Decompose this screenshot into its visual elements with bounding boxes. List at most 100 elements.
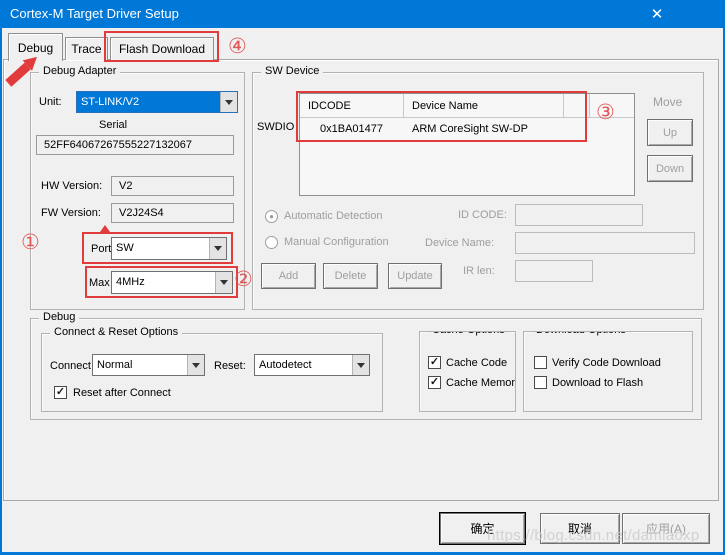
cache-options-group: Cache Options ✓ Cache Code ✓ Cache Memor… — [419, 331, 516, 412]
chevron-down-icon[interactable] — [220, 92, 237, 112]
delete-button[interactable]: Delete — [323, 263, 378, 289]
move-up-label: Up — [662, 126, 678, 139]
tab-debug-label: Debug — [17, 40, 54, 55]
checkmark-icon: ✓ — [429, 376, 440, 388]
debug-options-group: Debug Connect & Reset Options Connect: N… — [30, 311, 702, 420]
cancel-label: 取消 — [567, 522, 592, 536]
cache-memory-label: Cache Memory — [446, 377, 516, 389]
unit-label: Unit: — [39, 96, 62, 108]
cancel-button[interactable]: 取消 — [540, 513, 620, 544]
unit-select[interactable]: ST-LINK/V2 — [76, 91, 238, 113]
debug-options-title: Debug — [39, 311, 80, 323]
move-down-label: Down — [655, 162, 685, 175]
reset-select[interactable]: Autodetect — [254, 354, 370, 376]
connect-label: Connect: — [50, 360, 95, 372]
checkmark-icon: ✓ — [55, 386, 66, 398]
connect-value: Normal — [97, 359, 133, 371]
tab-flash-download-label: Flash Download — [118, 42, 206, 56]
chevron-down-icon[interactable] — [352, 355, 369, 375]
chevron-down-icon[interactable] — [215, 272, 232, 293]
reset-after-connect-label: Reset after Connect — [73, 387, 171, 399]
cache-code-label: Cache Code — [446, 357, 508, 369]
debug-adapter-group: Debug Adapter Unit: ST-LINK/V2 Serial 52… — [30, 65, 245, 310]
annotation-marker-port — [100, 225, 110, 232]
manual-configuration-label: Manual Configuration — [284, 236, 389, 248]
cache-code-checkbox[interactable]: ✓ — [428, 356, 441, 369]
ok-label: 确定 — [470, 522, 495, 536]
connect-select[interactable]: Normal — [92, 354, 205, 376]
tab-debug[interactable]: Debug — [8, 33, 63, 61]
target-driver-setup-dialog: Cortex-M Target Driver Setup ✕ Debug Tra… — [0, 0, 725, 555]
table-row[interactable]: 0x1BA01477 ARM CoreSight SW-DP — [300, 118, 634, 140]
debug-adapter-title: Debug Adapter — [39, 65, 121, 77]
ir-len-field[interactable] — [515, 260, 593, 282]
max-clock-label: Max — [89, 277, 110, 289]
reset-label: Reset: — [214, 360, 246, 372]
hw-version-label: HW Version: — [41, 180, 103, 192]
automatic-detection-radio[interactable]: ● — [265, 210, 278, 223]
max-clock-value: 4MHz — [116, 276, 145, 288]
fw-version-field: V2J24S4 — [111, 203, 234, 223]
checkmark-icon: ✓ — [429, 356, 440, 368]
move-label: Move — [653, 95, 683, 109]
close-button[interactable]: ✕ — [643, 2, 671, 26]
verify-code-download-checkbox[interactable] — [534, 356, 547, 369]
id-code-field[interactable] — [515, 204, 643, 226]
connect-reset-title: Connect & Reset Options — [50, 326, 183, 338]
reset-after-connect-checkbox[interactable]: ✓ — [54, 386, 67, 399]
cell-idcode: 0x1BA01477 — [320, 123, 383, 135]
add-button[interactable]: Add — [261, 263, 316, 289]
update-button[interactable]: Update — [388, 263, 442, 289]
download-options-title: Download Options — [532, 332, 630, 336]
port-value: SW — [116, 242, 134, 254]
apply-label: 应用(A) — [646, 522, 686, 536]
delete-label: Delete — [334, 270, 367, 282]
annotation-number-4: ④ — [228, 35, 247, 58]
verify-code-download-label: Verify Code Download — [552, 357, 661, 369]
chevron-down-icon[interactable] — [209, 238, 226, 259]
ir-len-label: IR len: — [463, 265, 495, 277]
sw-device-title: SW Device — [261, 65, 324, 77]
chevron-down-icon[interactable] — [187, 355, 204, 375]
update-label: Update — [397, 270, 433, 282]
header-spacer — [564, 94, 590, 117]
hw-version-field: V2 — [111, 176, 234, 196]
cell-device-name: ARM CoreSight SW-DP — [412, 123, 528, 135]
table-header-row: IDCODE Device Name — [300, 94, 634, 118]
move-down-button[interactable]: Down — [647, 155, 693, 182]
titlebar[interactable]: Cortex-M Target Driver Setup ✕ — [0, 0, 725, 28]
port-select[interactable]: SW — [111, 237, 227, 260]
device-name-label: Device Name: — [425, 237, 495, 249]
reset-value: Autodetect — [259, 359, 312, 371]
manual-configuration-radio[interactable] — [265, 236, 278, 249]
window-title: Cortex-M Target Driver Setup — [10, 6, 179, 21]
connect-reset-group: Connect & Reset Options Connect: Normal … — [41, 326, 383, 412]
apply-button[interactable]: 应用(A) — [622, 513, 710, 544]
download-options-group: Download Options Verify Code Download Do… — [523, 331, 693, 412]
serial-label: Serial — [99, 119, 128, 131]
ok-button[interactable]: 确定 — [440, 513, 525, 544]
cache-memory-checkbox[interactable]: ✓ — [428, 376, 441, 389]
tab-trace[interactable]: Trace — [65, 37, 108, 60]
automatic-detection-label: Automatic Detection — [284, 210, 383, 222]
cache-options-title: Cache Options — [428, 332, 509, 336]
download-to-flash-checkbox[interactable] — [534, 376, 547, 389]
unit-value: ST-LINK/V2 — [77, 92, 220, 112]
add-label: Add — [278, 270, 299, 282]
move-up-button[interactable]: Up — [647, 119, 693, 146]
tab-trace-label: Trace — [71, 42, 102, 56]
close-icon: ✕ — [650, 6, 664, 23]
tab-flash-download[interactable]: Flash Download — [110, 37, 214, 60]
header-idcode[interactable]: IDCODE — [300, 94, 404, 117]
max-clock-select[interactable]: 4MHz — [111, 271, 233, 294]
download-to-flash-label: Download to Flash — [552, 377, 644, 389]
header-device-name[interactable]: Device Name — [404, 94, 564, 117]
device-name-field[interactable] — [515, 232, 695, 254]
fw-version-label: FW Version: — [41, 207, 101, 219]
sw-device-group: SW Device SWDIO IDCODE Device Name 0x1BA… — [252, 65, 704, 310]
swdio-label: SWDIO — [257, 121, 295, 133]
id-code-label: ID CODE: — [458, 209, 507, 221]
sw-device-table[interactable]: IDCODE Device Name 0x1BA01477 ARM CoreSi… — [299, 93, 635, 196]
window-border-left — [0, 28, 2, 555]
serial-field: 52FF64067267555227132067 — [36, 135, 234, 155]
